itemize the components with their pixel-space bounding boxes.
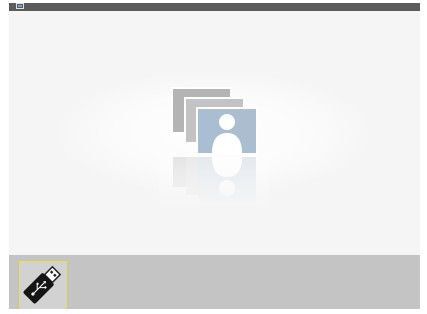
- input-source-icon: [16, 3, 24, 9]
- viewer-frame: [9, 3, 420, 309]
- top-status-bar: [9, 3, 420, 11]
- usb-source-tile[interactable]: [18, 260, 68, 309]
- usb-drive-icon: [23, 265, 62, 304]
- media-source-bar: [9, 255, 420, 309]
- photo-stack-icon: [159, 87, 269, 208]
- projector-viewer-screen: [0, 0, 427, 314]
- main-preview-area: [9, 11, 420, 255]
